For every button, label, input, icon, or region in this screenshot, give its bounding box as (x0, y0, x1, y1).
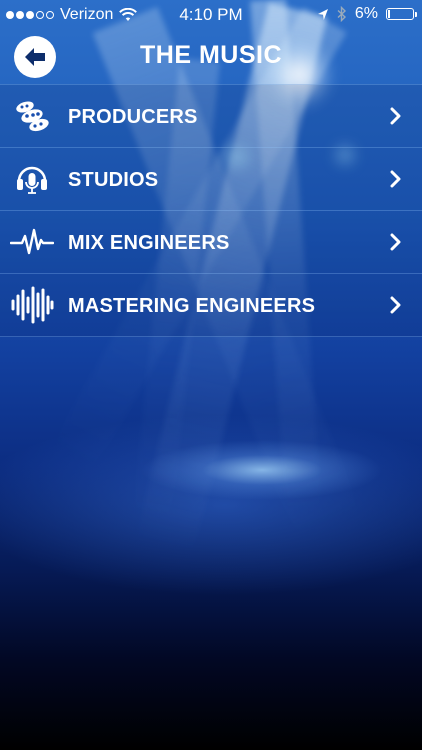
sound-bars-icon (10, 286, 54, 324)
menu-item-label: STUDIOS (68, 169, 159, 191)
chevron-right-icon (390, 296, 401, 314)
location-arrow-icon (317, 8, 328, 20)
nav-header: THE MUSIC (0, 30, 422, 84)
page-title: THE MUSIC (140, 41, 282, 69)
chevron-right-icon (390, 170, 401, 188)
battery-percent: 6% (354, 5, 378, 22)
chevron-right-icon (390, 233, 401, 251)
status-right: 6% (317, 5, 417, 23)
menu-item-mastering-engineers[interactable]: MASTERING ENGINEERS (0, 273, 422, 337)
menu-item-producers[interactable]: PRODUCERS (0, 84, 422, 147)
status-bar: Verizon 4:10 PM 6% (0, 0, 422, 30)
menu-item-studios[interactable]: STUDIOS (0, 147, 422, 210)
music-menu: PRODUCERS STUDIOS MIX ENGINEERS MASTERIN… (0, 84, 422, 337)
chevron-right-icon (390, 107, 401, 125)
menu-item-mix-engineers[interactable]: MIX ENGINEERS (0, 210, 422, 273)
headphones-microphone-icon (10, 160, 54, 198)
menu-item-label: MASTERING ENGINEERS (68, 295, 316, 317)
waveform-pulse-icon (10, 223, 54, 261)
bluetooth-icon (337, 6, 346, 22)
film-reel-icon (10, 97, 54, 135)
menu-item-label: MIX ENGINEERS (68, 232, 230, 254)
menu-item-label: PRODUCERS (68, 106, 198, 128)
battery-icon (386, 8, 417, 20)
battery-level (388, 10, 390, 18)
